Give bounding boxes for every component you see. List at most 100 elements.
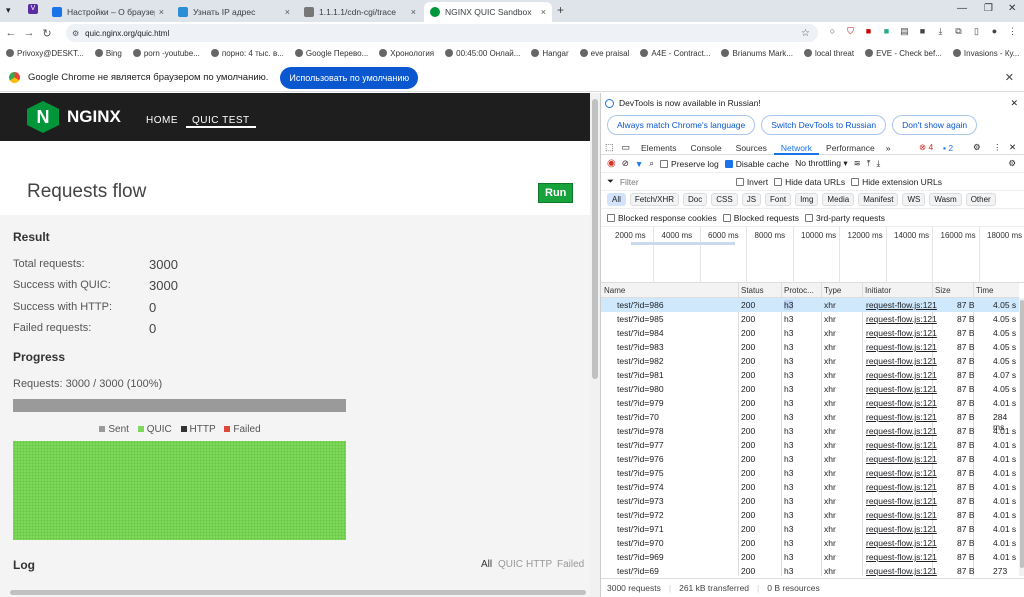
initiator-link[interactable]: request-flow.js:121 bbox=[866, 496, 937, 506]
settings-gear-icon[interactable]: ⚙ bbox=[973, 142, 981, 153]
window-close-icon[interactable]: ✕ bbox=[1008, 3, 1016, 14]
table-row[interactable]: test/?id=972 200 h3 xhr request-flow.js:121 8… bbox=[601, 508, 1019, 522]
initiator-link[interactable]: request-flow.js:121 bbox=[866, 440, 937, 450]
initiator-link[interactable]: request-flow.js:121 bbox=[866, 538, 937, 548]
restore-icon[interactable]: ❐ bbox=[984, 3, 993, 14]
column-header[interactable]: Status bbox=[741, 286, 764, 295]
invert-checkbox[interactable]: Invert bbox=[735, 177, 768, 187]
table-row[interactable]: test/?id=981 200 h3 xhr request-flow.js:121 8… bbox=[601, 368, 1019, 382]
initiator-link[interactable]: request-flow.js:121 bbox=[866, 384, 937, 394]
type-filter-chip[interactable]: Fetch/XHR bbox=[629, 193, 680, 206]
hide-data-urls-checkbox[interactable]: Hide data URLs bbox=[774, 177, 845, 187]
initiator-link[interactable]: request-flow.js:121 bbox=[866, 566, 937, 576]
requests-scrollbar[interactable] bbox=[1019, 298, 1024, 576]
address-bar[interactable]: ⚙ quic.nginx.org/quic.html ☆ bbox=[66, 24, 818, 42]
devtools-close-icon[interactable]: ✕ bbox=[1009, 142, 1016, 153]
bookmark-item[interactable]: Brianums Mark... bbox=[721, 49, 793, 58]
inspect-icon[interactable]: ⬚ bbox=[601, 142, 618, 153]
type-filter-chip[interactable]: Other bbox=[965, 193, 996, 206]
messages-badge[interactable]: ▪ 2 bbox=[943, 143, 953, 153]
initiator-link[interactable]: request-flow.js:121 bbox=[866, 370, 937, 380]
table-row[interactable]: test/?id=970 200 h3 xhr request-flow.js:121 8… bbox=[601, 536, 1019, 550]
devtools-menu-icon[interactable]: ⋮ bbox=[993, 142, 1002, 153]
bookmark-item[interactable]: Хронология bbox=[379, 49, 434, 58]
bookmark-star-icon[interactable]: ☆ bbox=[801, 28, 810, 39]
close-icon[interactable]: × bbox=[541, 7, 546, 17]
column-header[interactable]: Initiator bbox=[865, 286, 891, 295]
bookmark-item[interactable]: Invasions - Ку... bbox=[952, 49, 1019, 58]
filter-icon[interactable]: ▼ bbox=[635, 159, 643, 169]
initiator-link[interactable]: request-flow.js:121 bbox=[866, 412, 937, 422]
network-conditions-icon[interactable]: ≋ bbox=[854, 158, 861, 169]
column-header[interactable]: Size bbox=[935, 286, 951, 295]
record-icon[interactable]: ◉ bbox=[607, 158, 616, 169]
preserve-log-checkbox[interactable]: Preserve log bbox=[660, 159, 719, 169]
log-filter-http[interactable]: HTTP bbox=[526, 559, 552, 570]
profile-icon[interactable]: ● bbox=[989, 26, 1000, 37]
logo-text[interactable]: NGINX bbox=[67, 107, 121, 127]
table-row[interactable]: test/?id=977 200 h3 xhr request-flow.js:121 8… bbox=[601, 438, 1019, 452]
nginx-logo-icon[interactable]: N bbox=[27, 101, 59, 133]
download-icon[interactable]: ⤓ bbox=[935, 26, 946, 37]
table-row[interactable]: test/?id=70 200 h3 xhr request-flow.js:121 87… bbox=[601, 410, 1019, 432]
tab-ip[interactable]: Узнать IP адрес × bbox=[172, 2, 296, 22]
initiator-link[interactable]: request-flow.js:121 bbox=[866, 356, 937, 366]
scrollbar-thumb[interactable] bbox=[592, 99, 598, 379]
table-row[interactable]: test/?id=980 200 h3 xhr request-flow.js:121 8… bbox=[601, 382, 1019, 396]
type-filter-chip[interactable]: All bbox=[607, 193, 626, 206]
disable-cache-checkbox[interactable]: Disable cache bbox=[724, 159, 789, 169]
column-header[interactable]: Type bbox=[824, 286, 841, 295]
more-tabs-icon[interactable]: » bbox=[882, 143, 895, 153]
table-row[interactable]: test/?id=985 200 h3 xhr request-flow.js:121 8… bbox=[601, 312, 1019, 326]
bookmark-item[interactable]: Bing bbox=[94, 49, 122, 58]
reload-icon[interactable]: ↻ bbox=[38, 27, 56, 40]
type-filter-chip[interactable]: Manifest bbox=[858, 193, 899, 206]
table-row[interactable]: test/?id=69 200 h3 xhr request-flow.js:121 87… bbox=[601, 564, 1019, 576]
initiator-link[interactable]: request-flow.js:121 bbox=[866, 454, 937, 464]
type-filter-chip[interactable]: Img bbox=[795, 193, 819, 206]
tab-settings[interactable]: Настройки – О браузере × bbox=[46, 2, 170, 22]
set-default-button[interactable]: Использовать по умолчанию bbox=[280, 66, 419, 89]
menu-icon[interactable]: ⋮ bbox=[1007, 26, 1018, 37]
horizontal-scrollbar[interactable] bbox=[10, 590, 586, 595]
bookmark-item[interactable]: Privoxy@DESKT... bbox=[6, 49, 84, 58]
column-header[interactable]: Protoc... bbox=[784, 286, 814, 295]
bookmark-item[interactable]: A4E - Contract... bbox=[640, 49, 710, 58]
extension-red-icon[interactable]: ■ bbox=[863, 26, 874, 37]
bookmark-item[interactable]: porn -youtube... bbox=[132, 49, 200, 58]
table-row[interactable]: test/?id=984 200 h3 xhr request-flow.js:121 8… bbox=[601, 326, 1019, 340]
third-party-checkbox[interactable]: 3rd-party requests bbox=[804, 213, 885, 223]
table-row[interactable]: test/?id=982 200 h3 xhr request-flow.js:121 8… bbox=[601, 354, 1019, 368]
extension-circle-icon[interactable]: ○ bbox=[827, 26, 838, 37]
initiator-link[interactable]: request-flow.js:121 bbox=[866, 342, 937, 352]
table-row[interactable]: test/?id=986 200 h3 xhr request-flow.js:121 8… bbox=[601, 298, 1019, 312]
infobar-close-icon[interactable]: ✕ bbox=[1005, 71, 1014, 84]
device-toolbar-icon[interactable]: ▭ bbox=[618, 142, 635, 153]
type-filter-chip[interactable]: JS bbox=[741, 193, 762, 206]
hide-extension-urls-checkbox[interactable]: Hide extension URLs bbox=[851, 177, 942, 187]
ublock-icon[interactable]: ⛉ bbox=[845, 26, 856, 37]
bookmark-item[interactable]: eve praisal bbox=[579, 49, 629, 58]
nav-quic-test[interactable]: QUIC TEST bbox=[186, 115, 256, 128]
export-har-icon[interactable]: ⤓ bbox=[877, 158, 881, 169]
blocked-cookies-checkbox[interactable]: Blocked response cookies bbox=[607, 213, 717, 223]
bookmark-item[interactable]: Google Перево... bbox=[294, 49, 368, 58]
extension-green-icon[interactable]: ■ bbox=[881, 26, 892, 37]
filter-input[interactable]: Filter bbox=[620, 177, 730, 187]
extension-dark-icon[interactable]: ■ bbox=[917, 26, 928, 37]
initiator-link[interactable]: request-flow.js:121 bbox=[866, 482, 937, 492]
initiator-link[interactable]: request-flow.js:121 bbox=[866, 398, 937, 408]
initiator-link[interactable]: request-flow.js:121 bbox=[866, 426, 937, 436]
page-scrollbar[interactable] bbox=[590, 93, 600, 597]
tab-console[interactable]: Console bbox=[683, 141, 728, 155]
table-row[interactable]: test/?id=973 200 h3 xhr request-flow.js:121 8… bbox=[601, 494, 1019, 508]
tab-nginx[interactable]: NGINX QUIC Sandbox × bbox=[424, 2, 552, 22]
tab-trace[interactable]: 1.1.1.1/cdn-cgi/trace × bbox=[298, 2, 422, 22]
log-filter-failed[interactable]: Failed bbox=[557, 559, 584, 570]
scrollbar-thumb[interactable] bbox=[1020, 300, 1024, 568]
nav-home[interactable]: HOME bbox=[146, 115, 178, 126]
site-info-icon[interactable]: ⚙ bbox=[72, 29, 79, 38]
clear-icon[interactable]: ⊘ bbox=[622, 158, 629, 169]
log-filter-all[interactable]: All bbox=[481, 559, 492, 570]
notice-close-icon[interactable]: ✕ bbox=[1010, 98, 1018, 109]
